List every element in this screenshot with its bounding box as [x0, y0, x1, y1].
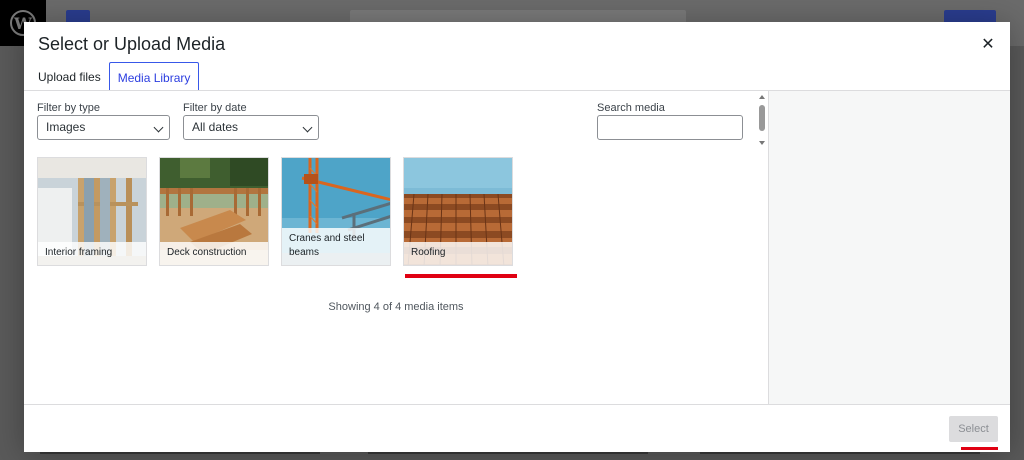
filter-type-select[interactable]: Images	[37, 115, 170, 140]
media-modal: Select or Upload Media ✕ Upload files Me…	[24, 22, 1010, 452]
media-item-deck-construction[interactable]: Deck construction	[159, 157, 269, 266]
media-item-cranes-steel-beams[interactable]: Cranes and steel beams	[281, 157, 391, 266]
annotation-underline	[961, 447, 998, 450]
modal-title: Select or Upload Media	[38, 34, 226, 54]
media-caption: Deck construction	[160, 242, 268, 265]
media-item-interior-framing[interactable]: Interior framing	[37, 157, 147, 266]
media-tabs: Upload files Media Library	[34, 62, 200, 92]
media-caption: Cranes and steel beams	[282, 228, 390, 265]
modal-footer: Select	[24, 404, 1010, 452]
media-caption: Roofing	[404, 242, 512, 265]
scrollbar[interactable]	[756, 91, 768, 151]
annotation-underline	[405, 274, 517, 278]
filter-type-value: Images	[46, 120, 86, 134]
media-browser: Filter by type Images Filter by date All…	[24, 91, 768, 405]
filter-date-label: Filter by date	[183, 102, 247, 114]
editor-text-dimmed	[700, 452, 980, 460]
filter-date-select[interactable]: All dates	[183, 115, 319, 140]
tab-upload-files[interactable]: Upload files	[34, 62, 105, 92]
attachment-details-sidebar	[768, 91, 1010, 405]
editor-text-dimmed	[368, 452, 648, 460]
scroll-up-icon[interactable]	[759, 95, 765, 99]
media-count-status: Showing 4 of 4 media items	[328, 301, 464, 313]
chevron-down-icon	[153, 122, 164, 133]
select-button[interactable]: Select	[949, 416, 998, 442]
scroll-thumb[interactable]	[759, 105, 765, 131]
filter-date-value: All dates	[192, 120, 239, 134]
media-item-roofing[interactable]: Roofing	[403, 157, 513, 266]
chevron-down-icon	[302, 122, 313, 133]
scroll-down-icon[interactable]	[759, 141, 765, 145]
editor-text-dimmed	[40, 452, 320, 460]
search-media-label: Search media	[597, 102, 665, 114]
filter-type-label: Filter by type	[37, 102, 100, 114]
tab-media-library[interactable]: Media Library	[108, 62, 200, 92]
media-caption: Interior framing	[38, 242, 146, 265]
modal-content: Filter by type Images Filter by date All…	[24, 90, 1010, 405]
close-icon[interactable]: ✕	[978, 34, 998, 54]
search-media-input[interactable]	[597, 115, 743, 140]
